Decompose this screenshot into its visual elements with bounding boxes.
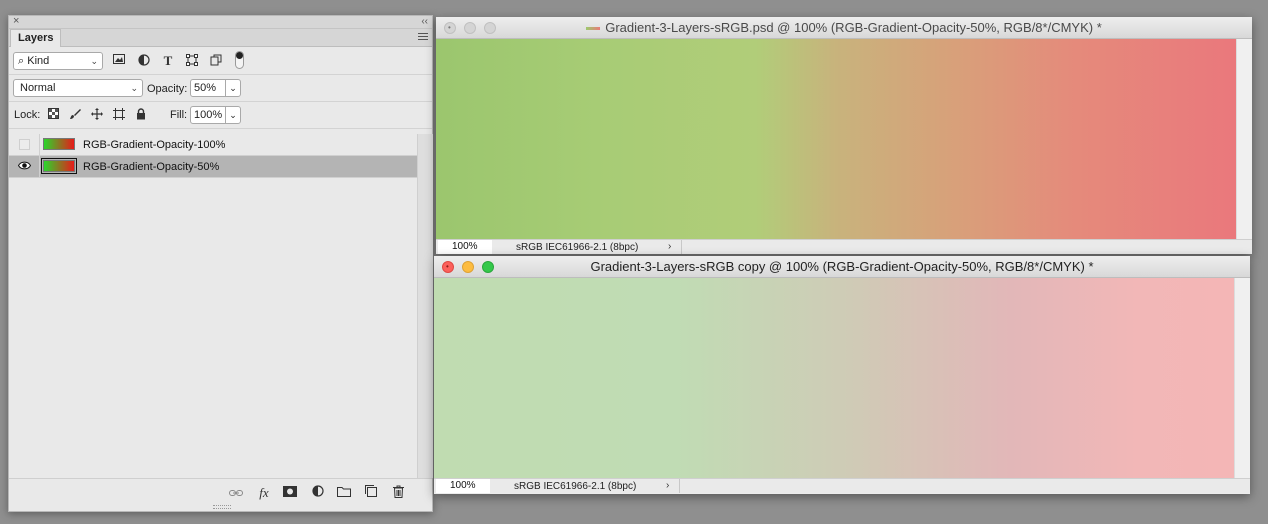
doc1-statusbar: 100% sRGB IEC61966-2.1 (8bpc) › xyxy=(436,239,1252,254)
trash-icon[interactable] xyxy=(390,485,406,501)
doc2-profile[interactable]: sRGB IEC61966-2.1 (8bpc) xyxy=(514,480,636,493)
close-window-button[interactable]: • xyxy=(442,261,454,273)
doc1-profile[interactable]: sRGB IEC61966-2.1 (8bpc) xyxy=(516,241,638,254)
chevron-down-icon: ⌄ xyxy=(90,56,98,66)
visibility-toggle[interactable] xyxy=(9,156,40,178)
layer-name[interactable]: RGB-Gradient-Opacity-50% xyxy=(83,161,219,173)
doc2-canvas[interactable] xyxy=(434,278,1250,478)
layer-row[interactable]: RGB-Gradient-Opacity-50% xyxy=(9,156,417,178)
layer-thumbnail xyxy=(41,158,77,174)
blend-mode-select[interactable]: Normal ⌄ xyxy=(13,79,143,97)
fx-icon[interactable]: fx xyxy=(256,485,272,501)
panel-footer: fx xyxy=(9,478,432,506)
lock-transparent-pixels-icon[interactable] xyxy=(46,108,60,122)
lock-position-icon[interactable] xyxy=(90,108,104,122)
visibility-toggle[interactable] xyxy=(9,134,40,156)
type-filter-icon[interactable]: T xyxy=(161,54,175,68)
layers-panel: × ‹‹ Layers ⌕ Kind ⌄ T Normal ⌄ Opacity:… xyxy=(8,15,433,512)
layer-list: RGB-Gradient-Opacity-100% RGB-Gradient-O… xyxy=(9,134,417,478)
minimize-window-button[interactable] xyxy=(464,22,476,34)
layer-row[interactable]: RGB-Gradient-Opacity-100% xyxy=(9,134,417,156)
doc2-status-arrow-icon[interactable]: › xyxy=(666,479,669,493)
pixel-filter-icon[interactable] xyxy=(112,54,126,68)
shape-filter-icon[interactable] xyxy=(185,54,199,68)
layers-scrollbar[interactable] xyxy=(417,134,433,478)
panel-topbar: × ‹‹ xyxy=(9,15,432,29)
doc2-gradient-image[interactable] xyxy=(434,278,1234,478)
doc1-canvas[interactable] xyxy=(436,39,1252,239)
chevron-down-icon: ⌄ xyxy=(229,110,237,120)
doc1-status-divider xyxy=(681,240,682,254)
doc1-zoom-input[interactable]: 100% xyxy=(438,240,492,254)
link-icon[interactable] xyxy=(228,485,244,501)
document-window-2: • Gradient-3-Layers-sRGB copy @ 100% (RG… xyxy=(434,256,1250,494)
kind-filter-search-icon: ⌕ xyxy=(18,55,25,67)
filter-toggle-switch[interactable] xyxy=(235,51,244,69)
doc2-statusbar: 100% sRGB IEC61966-2.1 (8bpc) › xyxy=(434,478,1250,493)
kind-filter-select[interactable]: ⌕ Kind ⌄ xyxy=(13,52,103,70)
adjustment-layer-icon[interactable] xyxy=(310,485,326,501)
filter-row: ⌕ Kind ⌄ T xyxy=(9,47,432,75)
opacity-dropdown-button[interactable]: ⌄ xyxy=(225,79,241,97)
blend-mode-label: Normal xyxy=(20,82,56,94)
folder-icon[interactable] xyxy=(336,485,352,501)
lock-label: Lock: xyxy=(14,109,41,121)
lock-image-pixels-icon[interactable] xyxy=(68,108,82,122)
panel-tabbar: Layers xyxy=(9,29,432,47)
panel-resize-grip[interactable] xyxy=(213,505,231,509)
zoom-window-button[interactable] xyxy=(482,261,494,273)
doc1-titlebar[interactable]: • Gradient-3-Layers-sRGB.psd @ 100% (RGB… xyxy=(436,17,1252,39)
kind-filter-label: Kind xyxy=(27,55,50,67)
smart-object-filter-icon[interactable] xyxy=(209,54,223,68)
doc1-title: Gradient-3-Layers-sRGB.psd @ 100% (RGB-G… xyxy=(605,20,1102,35)
layer-name[interactable]: RGB-Gradient-Opacity-100% xyxy=(83,139,225,151)
doc1-vertical-scrollbar[interactable] xyxy=(1236,39,1252,239)
close-dot-icon: • xyxy=(446,262,449,271)
fill-input[interactable]: 100% xyxy=(190,106,226,124)
fill-dropdown-button[interactable]: ⌄ xyxy=(225,106,241,124)
lock-all-icon[interactable] xyxy=(134,108,148,122)
panel-close-icon[interactable]: × xyxy=(13,15,19,28)
doc2-status-divider xyxy=(679,479,680,493)
zoom-window-button[interactable] xyxy=(484,22,496,34)
adjustment-filter-icon[interactable] xyxy=(137,54,151,68)
chevron-down-icon: ⌄ xyxy=(229,83,237,93)
doc1-gradient-image[interactable] xyxy=(436,39,1236,239)
doc2-vertical-scrollbar[interactable] xyxy=(1234,278,1250,478)
document-swatch-icon xyxy=(586,27,601,31)
close-window-button[interactable]: • xyxy=(444,22,456,34)
panel-collapse-icon[interactable]: ‹‹ xyxy=(421,15,428,28)
visibility-off-icon xyxy=(19,139,30,150)
new-layer-icon[interactable] xyxy=(363,485,379,501)
blend-row: Normal ⌄ Opacity: 50% ⌄ xyxy=(9,75,432,102)
fill-label: Fill: xyxy=(170,109,188,121)
doc2-titlebar[interactable]: • Gradient-3-Layers-sRGB copy @ 100% (RG… xyxy=(434,256,1250,278)
mask-icon[interactable] xyxy=(282,485,298,501)
doc2-zoom-input[interactable]: 100% xyxy=(436,479,490,493)
layer-thumbnail xyxy=(43,138,75,150)
doc2-title: Gradient-3-Layers-sRGB copy @ 100% (RGB-… xyxy=(590,259,1094,274)
panel-menu-icon[interactable] xyxy=(417,31,429,43)
eye-icon xyxy=(17,159,32,173)
chevron-down-icon: ⌄ xyxy=(130,83,138,93)
doc1-status-arrow-icon[interactable]: › xyxy=(668,240,671,254)
minimize-window-button[interactable] xyxy=(462,261,474,273)
close-dot-icon: • xyxy=(448,23,451,32)
opacity-input[interactable]: 50% xyxy=(190,79,226,97)
lock-artboard-icon[interactable] xyxy=(112,108,126,122)
lock-row: Lock: Fill: 100% ⌄ xyxy=(9,102,432,129)
tab-layers[interactable]: Layers xyxy=(10,29,62,47)
opacity-label: Opacity: xyxy=(147,83,188,95)
document-window-1: • Gradient-3-Layers-sRGB.psd @ 100% (RGB… xyxy=(436,17,1252,254)
